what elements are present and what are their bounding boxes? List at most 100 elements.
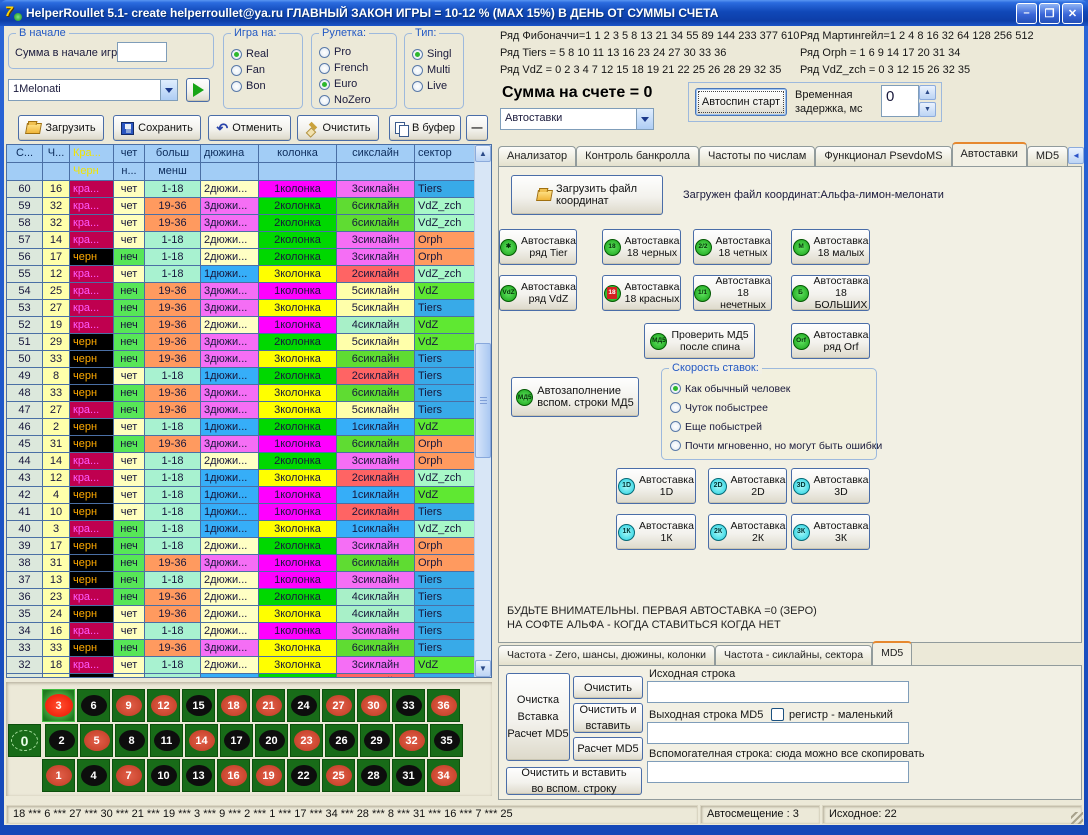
radio-option[interactable]: Euro: [319, 76, 371, 92]
md5-clear-paste-button[interactable]: Очистить и вставить: [573, 703, 643, 733]
roulette-number-23[interactable]: 23: [290, 724, 323, 757]
roulette-number-19[interactable]: 19: [252, 759, 285, 792]
autostake-button[interactable]: МАвтоставка18 малых: [791, 229, 870, 265]
resize-grip[interactable]: [1071, 812, 1083, 824]
table-row[interactable]: 5617черннеч1-182дюжи...2колонка3сиклайнO…: [7, 249, 476, 266]
table-row[interactable]: 6016кра...чет1-182дюжи...1колонка3сиклай…: [7, 181, 476, 198]
title-bar[interactable]: 7 HelperRoullet 5.1- create helperroulle…: [0, 0, 1088, 26]
tab[interactable]: Контроль банкролла: [576, 146, 699, 166]
table-row[interactable]: 3831черннеч19-363дюжи...1колонка6сиклайн…: [7, 555, 476, 572]
tab[interactable]: Автоставки: [952, 142, 1027, 166]
autostake-button[interactable]: 3КАвтоставка3К: [791, 514, 870, 550]
source-string-input[interactable]: [647, 681, 909, 703]
scroll-down-icon[interactable]: ▼: [475, 660, 491, 677]
md5-all-in-one-button[interactable]: Очистка Вставка Расчет MD5: [506, 673, 570, 761]
autofill-md5-button[interactable]: МД5 Автозаполнение вспом. строки МД5: [511, 377, 639, 417]
roulette-number-16[interactable]: 16: [217, 759, 250, 792]
window-control-button[interactable]: ✕: [1062, 3, 1083, 24]
radio-option[interactable]: Pro: [319, 44, 371, 60]
tab-scroll-left-icon[interactable]: ◄: [1068, 147, 1084, 164]
table-row[interactable]: 498чернчет1-181дюжи...2колонка2сиклайнTi…: [7, 368, 476, 385]
roulette-number-6[interactable]: 6: [77, 689, 110, 722]
tab[interactable]: MD5: [1027, 146, 1068, 166]
radio-option[interactable]: Singl: [412, 46, 451, 62]
md5-clear-paste-aux-button[interactable]: Очистить и вставить во вспом. строку: [506, 767, 642, 795]
table-row[interactable]: 318чернчет1-181дюжи...2колонка2сиклайнTi…: [7, 674, 476, 678]
table-row[interactable]: 3917черннеч1-182дюжи...2колонка3сиклайнO…: [7, 538, 476, 555]
autostake-button[interactable]: OrfАвтоставкаряд Orf: [791, 323, 870, 359]
roulette-number-28[interactable]: 28: [357, 759, 390, 792]
autospin-start-button[interactable]: Автоспин старт: [695, 88, 787, 116]
tab[interactable]: Функционал PsevdoMS: [815, 146, 951, 166]
autostake-button[interactable]: 18Автоставка18 черных: [602, 229, 681, 265]
table-row[interactable]: 4531черннеч19-363дюжи...1колонка6сиклайн…: [7, 436, 476, 453]
autostake-button[interactable]: 1/1Автоставка18 нечетных: [693, 275, 772, 311]
radio-option[interactable]: French: [319, 60, 371, 76]
roulette-number-30[interactable]: 30: [357, 689, 390, 722]
tab[interactable]: Частота - Zero, шансы, дюжины, колонки: [498, 645, 715, 665]
tab[interactable]: Частоты по числам: [699, 146, 815, 166]
roulette-number-35[interactable]: 35: [430, 724, 463, 757]
roulette-number-36[interactable]: 36: [427, 689, 460, 722]
roulette-number-13[interactable]: 13: [182, 759, 215, 792]
roulette-number-18[interactable]: 18: [217, 689, 250, 722]
delay-input[interactable]: 0: [881, 85, 919, 117]
roulette-number-17[interactable]: 17: [220, 724, 253, 757]
table-row[interactable]: 3524чернчет19-362дюжи...3колонка4сиклайн…: [7, 606, 476, 623]
table-row[interactable]: 5327кра...неч19-363дюжи...3колонка5сикла…: [7, 300, 476, 317]
radio-option[interactable]: Как обычный человек: [670, 379, 882, 398]
table-row[interactable]: 5033черннеч19-363дюжи...3колонка6сиклайн…: [7, 351, 476, 368]
autostake-button[interactable]: VdZАвтоставкаряд VdZ: [499, 275, 577, 311]
table-row[interactable]: 3623кра...неч19-362дюжи...2колонка4сикла…: [7, 589, 476, 606]
profile-combobox[interactable]: 1Melonati: [8, 79, 178, 101]
roulette-number-0[interactable]: 0: [8, 724, 41, 757]
roulette-number-8[interactable]: 8: [115, 724, 148, 757]
autostake-button[interactable]: 3DАвтоставка3D: [791, 468, 870, 504]
window-control-button[interactable]: ❒: [1039, 3, 1060, 24]
roulette-number-1[interactable]: 1: [42, 759, 75, 792]
autostake-button[interactable]: 2/2Автоставка18 четных: [693, 229, 772, 265]
window-control-button[interactable]: –: [1016, 3, 1037, 24]
roulette-number-33[interactable]: 33: [392, 689, 425, 722]
scroll-up-icon[interactable]: ▲: [475, 145, 491, 162]
md5-clear-button[interactable]: Очистить: [573, 676, 643, 699]
autostake-button[interactable]: 1DАвтоставка1D: [616, 468, 696, 504]
autostake-button[interactable]: БАвтоставка18 БОЛЬШИХ: [791, 275, 870, 311]
table-row[interactable]: 5932кра...чет19-363дюжи...2колонка6сикла…: [7, 198, 476, 215]
clear-button[interactable]: Очистить: [297, 115, 379, 141]
table-row[interactable]: 5714кра...чет1-182дюжи...2колонка3сиклай…: [7, 232, 476, 249]
spinner-down-icon[interactable]: ▼: [919, 102, 936, 117]
autostake-button[interactable]: 2DАвтоставка2D: [708, 468, 787, 504]
roulette-number-7[interactable]: 7: [112, 759, 145, 792]
roulette-number-14[interactable]: 14: [185, 724, 218, 757]
radio-option[interactable]: Multi: [412, 62, 451, 78]
roulette-number-27[interactable]: 27: [322, 689, 355, 722]
table-row[interactable]: 4727кра...неч19-363дюжи...3колонка5сикла…: [7, 402, 476, 419]
roulette-number-34[interactable]: 34: [427, 759, 460, 792]
md5-calc-button[interactable]: Расчет MD5: [573, 737, 643, 761]
roulette-number-3[interactable]: 3: [42, 689, 75, 722]
register-checkbox[interactable]: [771, 708, 784, 721]
table-row[interactable]: 5129черннеч19-363дюжи...2колонка5сиклайн…: [7, 334, 476, 351]
roulette-number-15[interactable]: 15: [182, 689, 215, 722]
roulette-number-31[interactable]: 31: [392, 759, 425, 792]
roulette-number-9[interactable]: 9: [112, 689, 145, 722]
table-row[interactable]: 462чернчет1-181дюжи...2колонка1сиклайнVd…: [7, 419, 476, 436]
table-row[interactable]: 3713черннеч1-182дюжи...1колонка3сиклайнT…: [7, 572, 476, 589]
autostake-button[interactable]: МД5Проверить МД5после спина: [644, 323, 755, 359]
radio-option[interactable]: Real: [231, 46, 269, 62]
table-row[interactable]: 5425кра...неч19-363дюжи...1колонка5сикла…: [7, 283, 476, 300]
roulette-number-24[interactable]: 24: [287, 689, 320, 722]
start-sum-input[interactable]: [117, 42, 167, 62]
autostake-button[interactable]: ✱Автоставкаряд Tier: [499, 229, 577, 265]
tab[interactable]: MD5: [872, 641, 912, 665]
table-row[interactable]: 4414кра...чет1-182дюжи...2колонка3сиклай…: [7, 453, 476, 470]
collapse-button[interactable]: —: [466, 115, 488, 141]
table-row[interactable]: 3333черннеч19-363дюжи...3колонка6сиклайн…: [7, 640, 476, 657]
table-row[interactable]: 3416кра...чет1-182дюжи...1колонка3сиклай…: [7, 623, 476, 640]
roulette-number-22[interactable]: 22: [287, 759, 320, 792]
autostake-button[interactable]: 2КАвтоставка2К: [708, 514, 787, 550]
radio-option[interactable]: NoZero: [319, 92, 371, 108]
table-scrollbar[interactable]: ▲ ▼: [474, 145, 491, 677]
combo-dropdown-button[interactable]: [636, 109, 653, 129]
